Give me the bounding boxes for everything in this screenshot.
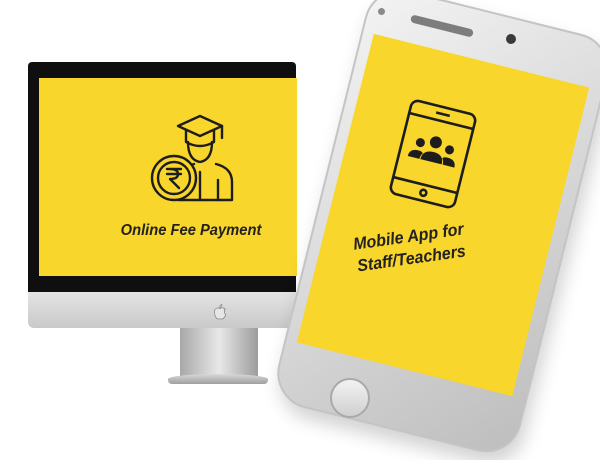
student-rupee-icon (150, 114, 234, 202)
devices-scene: Online Fee Payment Mobile App for Staff/… (0, 0, 600, 460)
front-camera (506, 34, 516, 44)
apple-logo-icon (214, 304, 227, 320)
monitor-chin (28, 292, 296, 328)
phone-sensor (378, 8, 385, 15)
monitor-stand (180, 328, 258, 380)
online-fee-payment-label: Online Fee Payment (120, 222, 262, 239)
home-button[interactable] (330, 378, 370, 418)
smartphone-screen (296, 33, 590, 397)
monitor-stand-base (168, 374, 268, 384)
